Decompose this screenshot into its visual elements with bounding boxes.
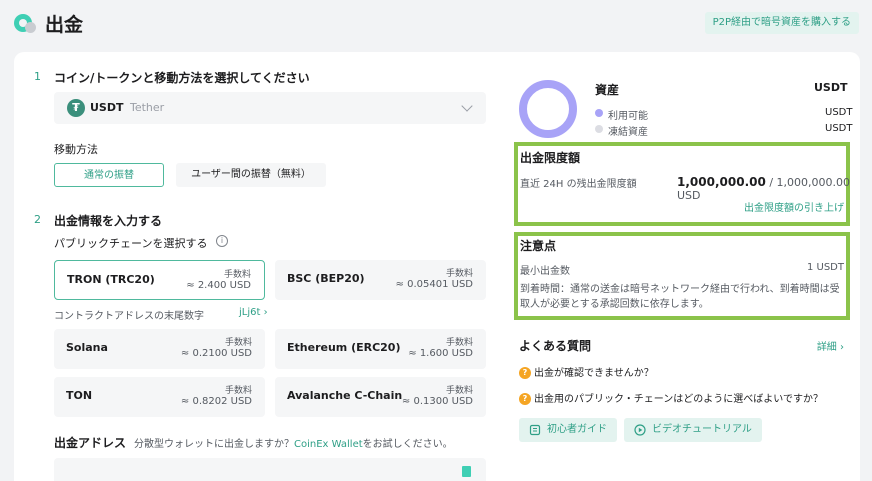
available-label: 利用可能	[608, 111, 648, 122]
video-tutorial-button[interactable]: ビデオチュートリアル	[624, 418, 762, 442]
fee-label: 手数料	[224, 386, 252, 396]
asset-unit: USDT	[814, 81, 848, 94]
method-normal-transfer[interactable]: 通常の振替	[54, 163, 164, 187]
asset-donut-chart	[519, 80, 577, 138]
available-value: USDT	[825, 107, 853, 118]
min-withdraw-label: 最小出金数	[520, 266, 570, 277]
p2p-buy-button[interactable]: P2P経由で暗号資産を購入する	[704, 12, 859, 34]
tether-icon: ₮	[67, 99, 85, 117]
frozen-label: 凍結資産	[608, 127, 648, 138]
chain-option-bsc[interactable]: BSC (BEP20) 手数料 ≈ 0.05401 USD	[275, 260, 486, 300]
fee-label: 手数料	[445, 338, 473, 348]
fee-value: ≈ 0.1300 USD	[401, 396, 473, 407]
chain-option-ethereum[interactable]: Ethereum (ERC20) 手数料 ≈ 1.600 USD	[275, 329, 486, 369]
frozen-value: USDT	[825, 123, 853, 134]
coin-select[interactable]: ₮ USDT Tether	[54, 92, 486, 124]
chain-option-solana[interactable]: Solana 手数料 ≈ 0.2100 USD	[54, 329, 265, 369]
top-bar: 出金 P2P経由で暗号資産を購入する	[0, 0, 872, 46]
withdraw-card: 1 コイン/トークンと移動方法を選択してください ₮ USDT Tether 移…	[14, 52, 860, 481]
asset-title: 資産	[595, 83, 620, 97]
chain-option-avalanche[interactable]: Avalanche C-Chain 手数料 ≈ 0.1300 USD	[275, 377, 486, 417]
available-dot	[595, 109, 603, 117]
fee-value: ≈ 0.2100 USD	[180, 348, 252, 359]
limit-label: 直近 24H の残出金限度額	[520, 179, 637, 190]
contract-address-link[interactable]: jLj6t ›	[239, 307, 268, 318]
arrival-time-note: 到着時間：通常の送金は暗号ネットワーク経由で行われ、到着時間は受取人が必要とする…	[520, 284, 840, 310]
frozen-dot	[595, 125, 603, 133]
chevron-down-icon	[461, 100, 473, 112]
address-input[interactable]	[54, 458, 486, 481]
coin-name: Tether	[130, 101, 165, 114]
step2-title: 出金情報を入力する	[54, 214, 163, 228]
coin-code: USDT	[90, 101, 124, 114]
faq-item[interactable]: ? 出金用のパブリック・チェーンはどのように選べばよいですか？	[519, 390, 823, 405]
fee-value: ≈ 1.600 USD	[408, 348, 473, 359]
page-title: 出金	[45, 14, 84, 36]
step1-number: 1	[34, 70, 41, 83]
withdraw-logo-icon	[14, 12, 38, 34]
contract-address-label: コントラクトアドレスの末尾数字	[54, 311, 204, 322]
step1-title: コイン/トークンと移動方法を選択してください	[54, 71, 310, 85]
faq-more-link[interactable]: 詳細 ›	[817, 338, 844, 353]
chain-name: Solana	[66, 341, 108, 354]
fee-value: ≈ 2.400 USD	[186, 280, 251, 291]
fee-value: ≈ 0.05401 USD	[395, 279, 473, 290]
step2-number: 2	[34, 213, 41, 226]
chain-name: TON	[66, 389, 93, 402]
method-label: 移動方法	[54, 143, 98, 156]
chain-name: Avalanche C-Chain	[287, 389, 403, 402]
fee-label: 手数料	[223, 270, 251, 280]
limit-value: 1,000,000.00 / 1,000,000.00 USD	[677, 175, 851, 202]
notes-title: 注意点	[520, 239, 557, 253]
chain-name: BSC (BEP20)	[287, 272, 365, 285]
fee-label: 手数料	[445, 269, 473, 279]
chain-name: Ethereum (ERC20)	[287, 341, 401, 354]
min-withdraw-value: 1 USDT	[806, 262, 844, 273]
beginner-guide-button[interactable]: 初心者ガイド	[519, 418, 617, 442]
book-icon	[529, 424, 541, 436]
fee-label: 手数料	[445, 386, 473, 396]
faq-title: よくある質問	[519, 339, 592, 353]
chain-label: パブリックチェーンを選択する	[54, 237, 208, 250]
address-title: 出金アドレス	[54, 436, 127, 450]
fee-value: ≈ 0.8202 USD	[180, 396, 252, 407]
address-hint: 分散型ウォレットに出金しますか？CoinEx Walletをお試しください。	[134, 439, 453, 450]
increase-limit-link[interactable]: 出金限度額の引き上げ	[744, 199, 844, 214]
faq-item[interactable]: ? 出金が確認できませんか？	[519, 364, 654, 379]
coinex-wallet-link[interactable]: CoinEx Wallet	[294, 439, 363, 450]
play-icon	[634, 424, 646, 436]
chain-option-ton[interactable]: TON 手数料 ≈ 0.8202 USD	[54, 377, 265, 417]
limit-title: 出金限度額	[520, 151, 581, 165]
question-icon: ?	[519, 367, 531, 379]
address-book-icon[interactable]	[462, 466, 471, 477]
chain-name: TRON (TRC20)	[67, 273, 155, 286]
fee-label: 手数料	[224, 338, 252, 348]
chain-option-tron[interactable]: TRON (TRC20) 手数料 ≈ 2.400 USD	[54, 260, 265, 300]
question-icon: ?	[519, 393, 531, 405]
info-icon[interactable]: i	[216, 235, 228, 247]
method-internal-transfer[interactable]: ユーザー間の振替（無料）	[176, 163, 326, 187]
